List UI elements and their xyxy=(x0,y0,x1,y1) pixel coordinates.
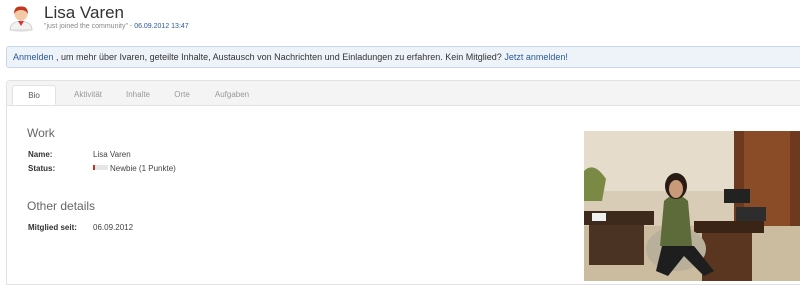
tab-orte[interactable]: Orte xyxy=(167,85,197,105)
status-text: Newbie (1 Punkte) xyxy=(110,164,176,173)
profile-photo xyxy=(584,131,800,281)
tab-aktivitaet[interactable]: Aktivität xyxy=(65,85,111,105)
tab-bar: Bio Aktivität Inhalte Orte Aufgaben xyxy=(7,81,800,106)
status-value: Newbie (1 Punkte) xyxy=(93,164,176,174)
status-level-fill xyxy=(93,165,96,171)
profile-meta: "just joined the community" - 06.09.2012… xyxy=(44,22,189,31)
profile-name: Lisa Varen xyxy=(44,3,125,22)
status-label: Status: xyxy=(28,164,56,173)
name-label: Name: xyxy=(28,150,53,159)
tab-bio[interactable]: Bio xyxy=(12,85,56,105)
register-link[interactable]: Jetzt anmelden! xyxy=(504,52,568,62)
work-section-title: Work xyxy=(27,126,55,140)
tab-aufgaben[interactable]: Aufgaben xyxy=(207,85,257,105)
other-details-title: Other details xyxy=(27,199,96,213)
joined-datetime: 06.09.2012 13:47 xyxy=(134,23,189,30)
status-level-bar xyxy=(93,165,108,171)
login-link[interactable]: Anmelden xyxy=(13,52,54,62)
member-since-label: Mitglied seit: xyxy=(28,223,77,232)
tab-inhalte[interactable]: Inhalte xyxy=(119,85,157,105)
profile-tagline: "just joined the community" xyxy=(44,23,128,30)
member-since-value: 06.09.2012 xyxy=(93,223,134,232)
name-value: Lisa Varen xyxy=(93,150,131,159)
user-avatar-icon xyxy=(7,4,35,32)
login-notice: Anmelden , um mehr über Ivaren, geteilte… xyxy=(6,46,800,68)
notice-text: , um mehr über Ivaren, geteilte Inhalte,… xyxy=(53,52,505,62)
